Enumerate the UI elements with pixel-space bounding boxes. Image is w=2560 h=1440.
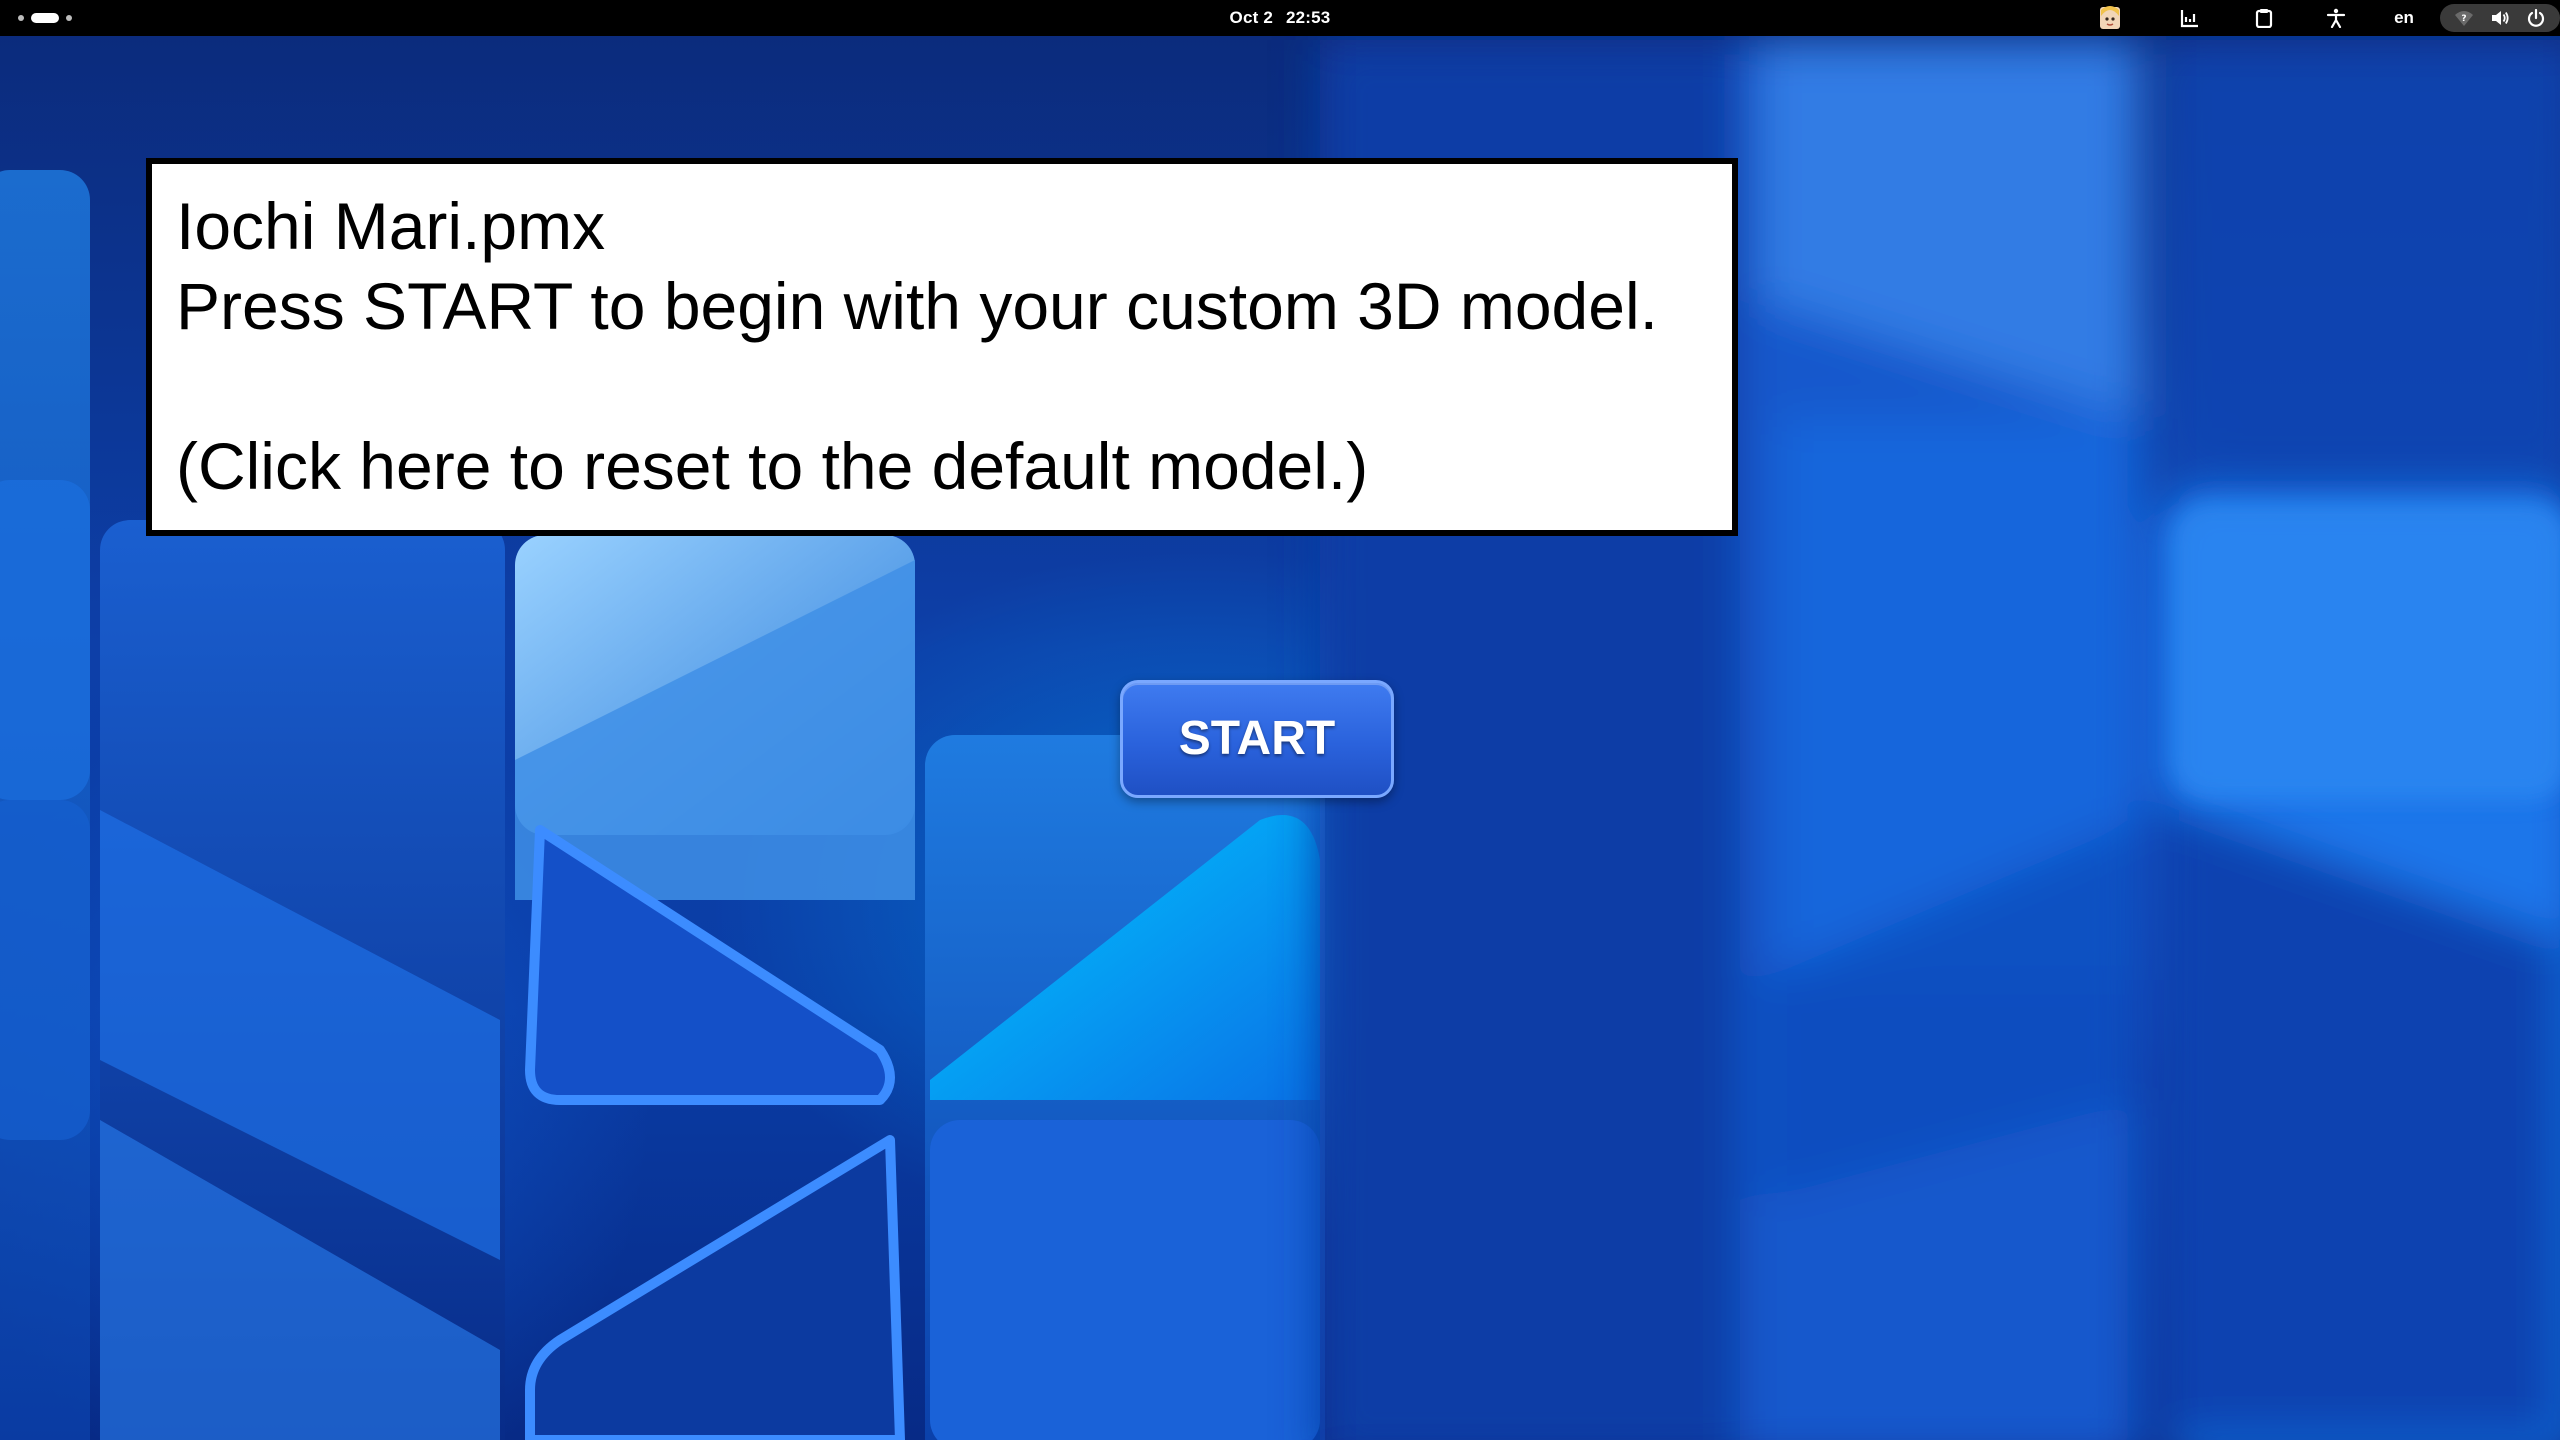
network-question-icon: ? <box>2452 6 2476 30</box>
start-instruction: Press START to begin with your custom 3D… <box>176 269 1658 343</box>
svg-text:?: ? <box>2461 14 2466 24</box>
chart-icon[interactable] <box>2176 0 2204 36</box>
clipboard-icon[interactable] <box>2250 0 2278 36</box>
start-button[interactable]: START <box>1120 680 1394 798</box>
volume-icon <box>2488 6 2512 30</box>
keyboard-language-indicator[interactable]: en <box>2386 0 2422 36</box>
top-bar: Oct 2 22:53 en ? <box>0 0 2560 36</box>
time-label: 22:53 <box>1285 8 1331 27</box>
date-time-button[interactable]: Oct 2 22:53 <box>1180 0 1380 36</box>
power-icon <box>2524 6 2548 30</box>
avatar-icon[interactable] <box>2096 0 2124 36</box>
model-filename: Iochi Mari.pmx <box>176 189 606 263</box>
model-info-panel[interactable]: Iochi Mari.pmx Press START to begin with… <box>146 158 1738 536</box>
workspace-indicator <box>18 15 24 21</box>
accessibility-icon[interactable] <box>2322 0 2350 36</box>
activities-button[interactable] <box>18 12 72 24</box>
workspace-indicator-active <box>31 13 59 23</box>
date-label: Oct 2 <box>1229 8 1274 27</box>
reset-default-model-link[interactable]: (Click here to reset to the default mode… <box>176 426 1710 506</box>
system-menu-button[interactable]: ? <box>2440 4 2560 32</box>
workspace-indicator <box>66 15 72 21</box>
